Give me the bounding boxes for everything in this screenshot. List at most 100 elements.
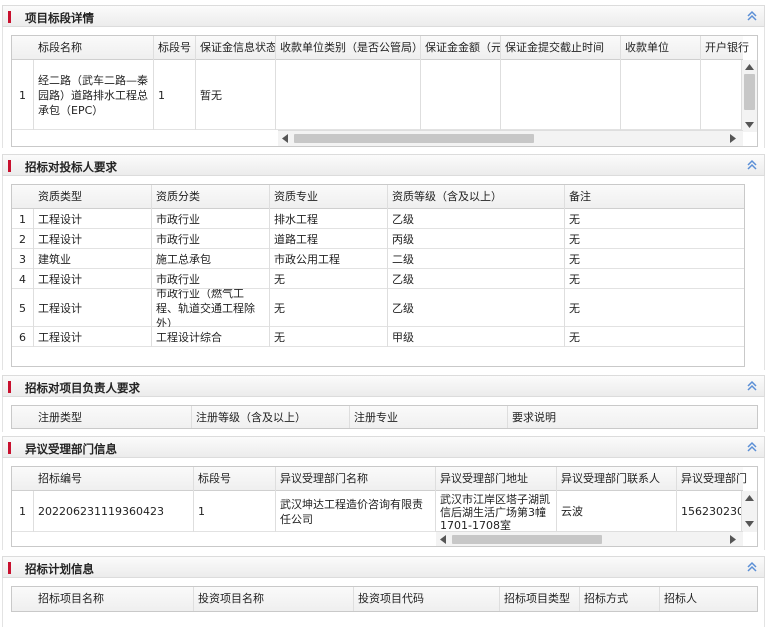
cell-qualification-type: 工程设计 [34,289,152,327]
table-row[interactable]: 2 工程设计 市政行业 道路工程 丙级无 [12,229,744,249]
scroll-right-icon[interactable] [730,134,736,143]
table-row[interactable]: 4 工程设计 市政行业无乙级无 [12,269,744,289]
manager-requirements-table: 注册类型 注册等级（含及以上） 注册专业 要求说明 [11,405,758,429]
column-header: 异议受理部门名称 [276,467,436,491]
section-body: 注册类型 注册等级（含及以上） 注册专业 要求说明 [2,397,765,432]
table-row[interactable]: 1 工程设计 市政行业 排水工程 乙级无 [12,209,744,229]
table-header: 资质类型 资质分类 资质专业 资质等级（含及以上） 备注 [12,185,744,209]
column-header: 投资项目名称 [194,587,354,611]
vertical-scrollbar[interactable] [741,491,757,532]
cell-qualification-category: 市政行业 [152,229,270,249]
scroll-left-icon[interactable] [440,535,446,544]
cell-section-code: 1 [194,491,276,532]
scroll-thumb[interactable] [744,74,755,110]
cell-empty [421,60,501,130]
cell-qualification-category: 工程设计综合 [152,327,270,347]
table-row[interactable]: 1 2022062311193604​23 1 武汉坤达工程造价咨询有限责任公司… [12,491,747,532]
cell-empty [501,60,621,130]
cell-qualification-level: 乙级 [388,289,565,327]
bid-plan-table: 招标项目名称 投资项目名称 投资项目代码 招标项目类型 招标方式 招标人 [11,586,758,612]
cell-qualification-level: 乙级 [388,209,565,229]
section-header: 招标对投标人要求 [2,154,765,176]
row-number: 1 [12,209,34,229]
cell-qualification-category: 市政行业 [152,209,270,229]
column-header: 招标方式 [580,587,660,611]
column-header: 招标人 [664,592,697,605]
cell-note: 无 [569,272,580,286]
accent-bar [8,562,11,574]
table-header: 招标编号 标段号 异议受理部门名称 异议受理部门地址 异议受理部门联系人 异议受… [12,467,747,491]
collapse-icon[interactable] [746,9,758,23]
column-header: 异议受理部门地址 [436,467,557,491]
column-header: 备注 [569,190,591,203]
row-number: 5 [12,289,34,327]
scroll-up-icon[interactable] [745,64,754,70]
cell-qualification-type: 工程设计 [34,209,152,229]
cell-phone: 1562302304 [681,505,747,518]
cell-qualification-type: 工程设计 [34,327,152,347]
column-header: 保证金信息状态 [196,36,276,60]
row-number: 1 [12,491,34,532]
objection-department-table: 招标编号 标段号 异议受理部门名称 异议受理部门地址 异议受理部门联系人 异议受… [11,466,758,547]
scroll-down-icon[interactable] [745,122,754,128]
section-body: 招标编号 标段号 异议受理部门名称 异议受理部门地址 异议受理部门联系人 异议受… [2,458,765,550]
collapse-icon[interactable] [746,440,758,454]
cell-qualification-major: 排水工程 [270,209,388,229]
accent-bar [8,11,11,23]
scroll-up-icon[interactable] [745,495,754,501]
cell-qualification-major: 无 [270,289,388,327]
collapse-icon[interactable] [746,158,758,172]
cell-qualification-major: 无 [270,327,388,347]
collapse-icon[interactable] [746,560,758,574]
column-header: 开户银行 [705,41,749,54]
section-title: 招标计划信息 [25,562,94,576]
section-title: 招标对项目负责人要求 [25,381,140,395]
column-header: 保证金金额（元 [421,36,501,60]
row-number: 1 [12,60,34,130]
cell-qualification-level: 丙级 [388,229,565,249]
vertical-scrollbar[interactable] [741,60,757,132]
column-header: 标段名称 [34,36,154,60]
column-header: 资质分类 [152,185,270,209]
collapse-icon[interactable] [746,379,758,393]
horizontal-scrollbar[interactable] [436,531,743,546]
column-header: 异议受理部门电话 [681,472,747,485]
table-header: 注册类型 注册等级（含及以上） 注册专业 要求说明 [12,406,757,428]
accent-bar [8,381,11,393]
bid-details-table: 标段名称 标段号 保证金信息状态 收款单位类别（是否公管局） 保证金金额（元 保… [11,35,758,147]
accent-bar [8,160,11,172]
scroll-down-icon[interactable] [745,521,754,527]
cell-empty [621,60,701,130]
scroll-right-icon[interactable] [730,535,736,544]
cell-qualification-level: 甲级 [388,327,565,347]
cell-qualification-type: 工程设计 [34,229,152,249]
column-header: 投资项目代码 [354,587,500,611]
section-body: 招标项目名称 投资项目名称 投资项目代码 招标项目类型 招标方式 招标人 [2,578,765,627]
horizontal-scrollbar[interactable] [278,130,743,146]
table-row[interactable]: 1 经二路（武车二路—秦园路）道路排水工程总承包（EPC） 1 暂无 [12,60,743,130]
table-row[interactable]: 3 建筑业 施工总承包 市政公用工程 二级无 [12,249,744,269]
cell-department-name: 武汉坤达工程造价咨询有限责任公司 [276,491,436,532]
column-header: 资质类型 [34,185,152,209]
table-header: 标段名称 标段号 保证金信息状态 收款单位类别（是否公管局） 保证金金额（元 保… [12,36,749,60]
cell-qualification-level: 乙级 [388,269,565,289]
column-header: 资质专业 [270,185,388,209]
scroll-left-icon[interactable] [282,134,288,143]
column-header: 注册类型 [34,406,192,428]
cell-contact: 云波 [557,491,677,532]
column-header: 注册专业 [350,406,508,428]
column-header: 收款单位类别（是否公管局） [276,36,421,60]
column-header: 招标编号 [34,467,194,491]
cell-qualification-level: 二级 [388,249,565,269]
column-header: 异议受理部门联系人 [557,467,677,491]
table-row[interactable]: 5 工程设计 市政行业（燃气工程、轨道交通工程除外）无乙级无 [12,289,744,327]
cell-department-address: 武汉市江岸区塔子湖凯信后湖生活广场第3幢1701-1708室 [436,491,557,532]
section-body: 标段名称 标段号 保证金信息状态 收款单位类别（是否公管局） 保证金金额（元 保… [2,27,765,148]
cell-qualification-major: 无 [270,269,388,289]
cell-qualification-category: 市政行业 [152,269,270,289]
accent-bar [8,442,11,454]
cell-note: 无 [569,252,580,266]
scroll-thumb[interactable] [294,134,534,143]
table-row[interactable]: 6 工程设计 工程设计综合无甲级无 [12,327,744,347]
scroll-thumb[interactable] [452,535,602,544]
